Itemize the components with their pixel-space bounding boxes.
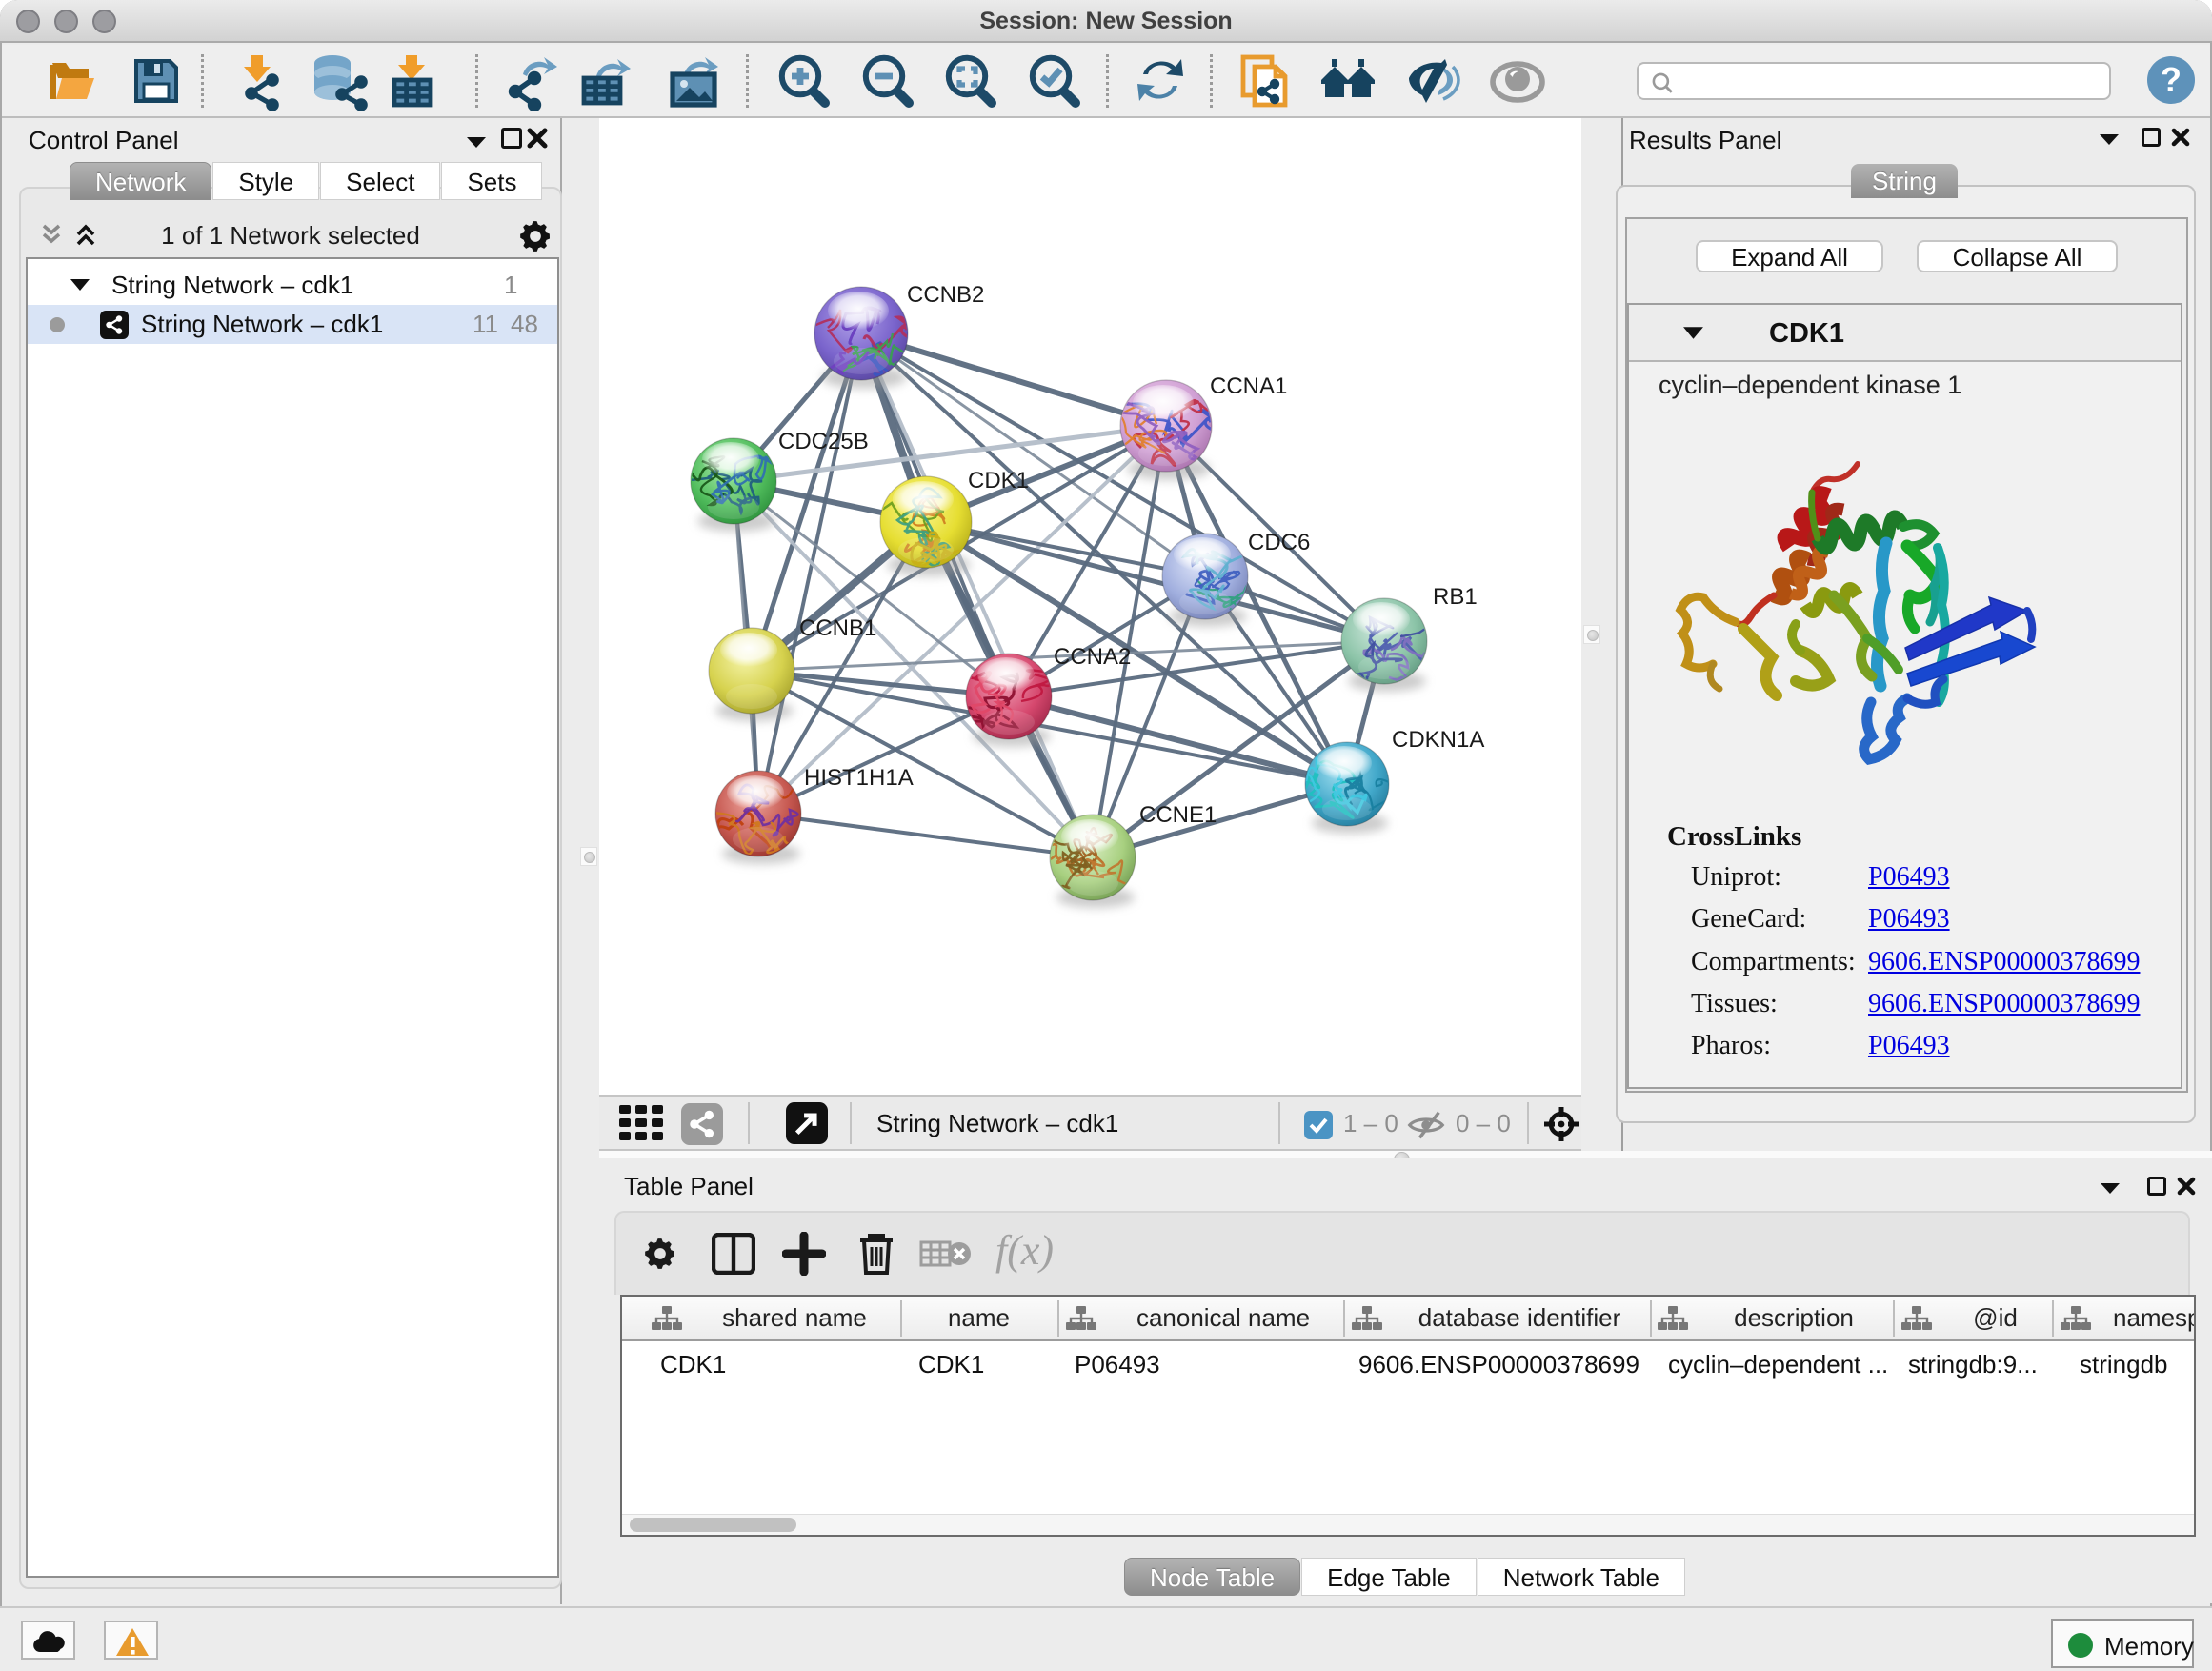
svg-text:?: ? [2161,60,2182,99]
svg-text:CCNB1: CCNB1 [799,615,876,641]
svg-text:CCNA2: CCNA2 [1054,644,1131,670]
svg-text:HIST1H1A: HIST1H1A [804,765,914,791]
svg-text:CCNE1: CCNE1 [1139,802,1217,828]
svg-text:RB1: RB1 [1433,584,1478,610]
svg-text:CDC6: CDC6 [1248,530,1310,555]
svg-text:CCNB2: CCNB2 [907,282,984,308]
svg-text:CDK1: CDK1 [968,468,1029,493]
svg-text:CCNA1: CCNA1 [1210,373,1287,399]
svg-text:CDC25B: CDC25B [778,429,869,454]
svg-text:CDKN1A: CDKN1A [1392,727,1484,753]
